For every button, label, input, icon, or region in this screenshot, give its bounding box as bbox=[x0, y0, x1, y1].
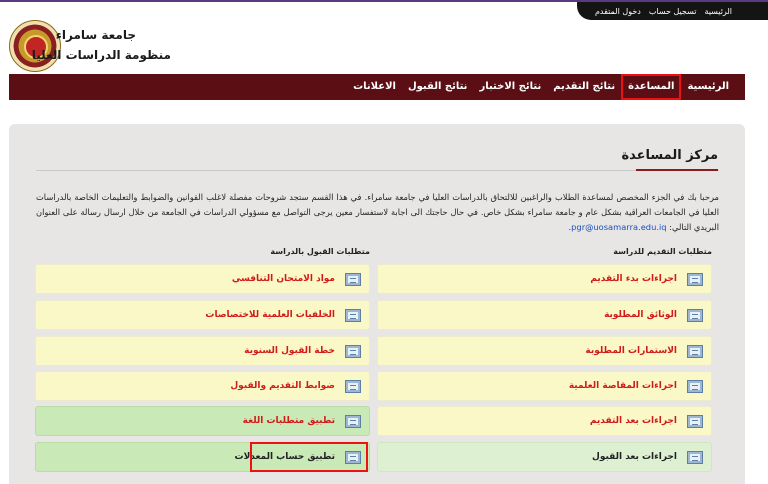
document-icon bbox=[687, 272, 703, 286]
help-item-application-rules[interactable]: ضوابط التقديم والقبول bbox=[35, 371, 370, 401]
document-icon bbox=[687, 344, 703, 358]
nav-application-results[interactable]: نتائج التقديم bbox=[547, 74, 621, 100]
university-seal-logo[interactable] bbox=[9, 20, 61, 72]
page-title: مركز المساعدة bbox=[621, 148, 718, 163]
nav-admission-results[interactable]: نتائج القبول bbox=[402, 74, 473, 100]
help-item-language-requirements-app[interactable]: تطبيق متطلبات اللغة bbox=[35, 406, 370, 436]
document-icon bbox=[345, 414, 361, 428]
help-item-required-documents[interactable]: الوثائق المطلوبة bbox=[377, 300, 712, 330]
document-icon bbox=[687, 450, 703, 464]
top-links-bar: الرئيسية تسجيل حساب دخول المتقدم bbox=[577, 2, 768, 20]
document-icon bbox=[345, 379, 361, 393]
help-item-after-admission[interactable]: اجراءات بعد القبول bbox=[377, 442, 712, 472]
application-requirements-heading: متطلبات التقديم للدراسة bbox=[613, 247, 712, 256]
title-divider bbox=[36, 170, 719, 171]
top-link-login[interactable]: دخول المتقدم bbox=[595, 7, 641, 16]
top-link-home[interactable]: الرئيسية bbox=[704, 7, 732, 16]
nav-help[interactable]: المساعدة bbox=[621, 74, 682, 100]
document-icon bbox=[345, 308, 361, 322]
help-item-scientific-backgrounds[interactable]: الخلفيات العلمية للاختصاصات bbox=[35, 300, 370, 330]
help-item-scientific-equivalence[interactable]: اجراءات المقاصة العلمية bbox=[377, 371, 712, 401]
help-item-annual-admission-plan[interactable]: خطة القبول السنوية bbox=[35, 336, 370, 366]
document-icon bbox=[687, 379, 703, 393]
help-item-competitive-exam-subjects[interactable]: مواد الامتحان التنافسي bbox=[35, 264, 370, 294]
document-icon bbox=[345, 272, 361, 286]
university-name: جامعة سامراء bbox=[55, 28, 136, 42]
nav-home[interactable]: الرئيسية bbox=[681, 74, 735, 100]
intro-paragraph: مرحبا بك في الجزء المخصص لمساعدة الطلاب … bbox=[36, 190, 719, 235]
document-icon bbox=[687, 308, 703, 322]
help-item-start-application[interactable]: اجراءات بدء التقديم bbox=[377, 264, 712, 294]
system-name: منظومة الدراسات العليا bbox=[31, 48, 171, 62]
help-item-required-forms[interactable]: الاستمارات المطلوبة bbox=[377, 336, 712, 366]
contact-email-link[interactable]: pgr@uosamarra.edu.iq bbox=[571, 222, 666, 232]
document-icon bbox=[687, 414, 703, 428]
document-icon bbox=[345, 344, 361, 358]
nav-exam-results[interactable]: نتائج الاختبار bbox=[473, 74, 547, 100]
nav-announcements[interactable]: الاعلانات bbox=[347, 74, 402, 100]
title-accent bbox=[636, 169, 718, 171]
admission-requirements-heading: متطلبات القبول بالدراسة bbox=[270, 247, 370, 256]
highlight-box bbox=[250, 442, 368, 472]
help-item-after-application[interactable]: اجراءات بعد التقديم bbox=[377, 406, 712, 436]
main-navbar: الرئيسية المساعدة نتائج التقديم نتائج ال… bbox=[9, 74, 745, 100]
top-link-register[interactable]: تسجيل حساب bbox=[649, 7, 697, 16]
